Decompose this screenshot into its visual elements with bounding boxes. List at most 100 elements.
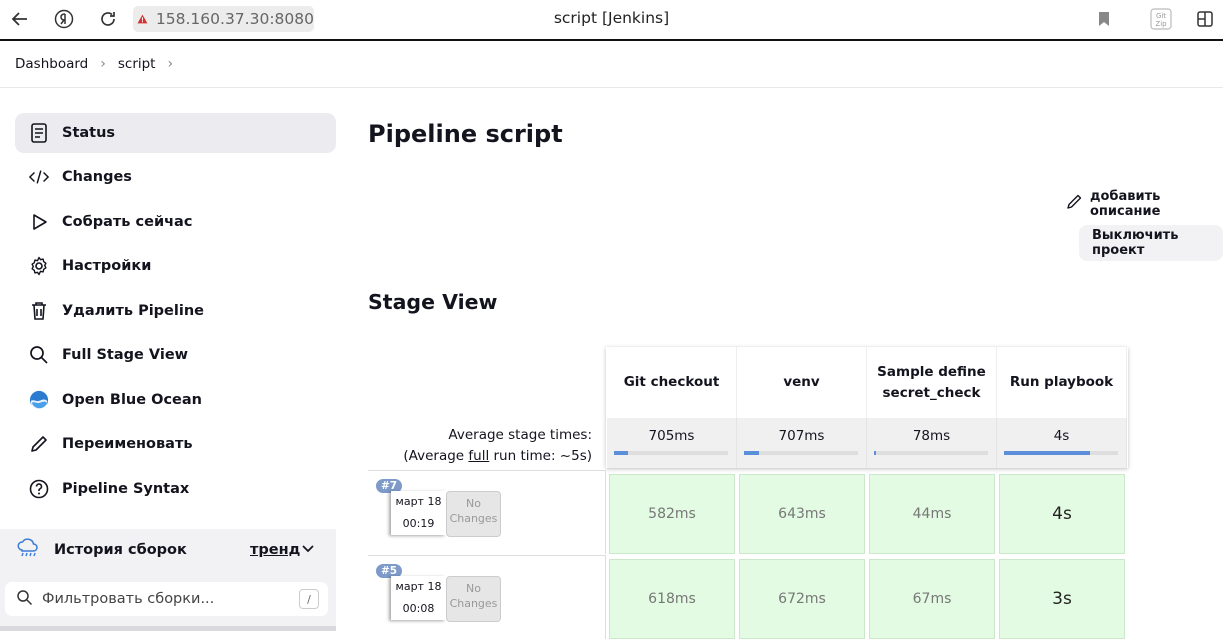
add-description-link[interactable]: добавить описание — [1066, 189, 1223, 219]
sidebar-item-status[interactable]: Status — [15, 113, 336, 153]
build-row[interactable]: #5 март 18 00:08 No Changes — [368, 555, 606, 639]
svg-text:Zip: Zip — [1155, 20, 1167, 28]
chevron-down-icon[interactable] — [301, 541, 315, 559]
stage-name: Run playbook — [1009, 374, 1114, 390]
chevron-right-icon[interactable]: › — [167, 56, 173, 72]
play-icon — [29, 212, 49, 232]
stage-name: Sample define — [877, 363, 986, 380]
build-date-day: март 18 — [395, 580, 442, 593]
stage-average-value: 4s — [1053, 428, 1070, 444]
sidebar-item-open-blue-ocean[interactable]: Open Blue Ocean — [15, 378, 336, 423]
page-title: Pipeline script — [368, 120, 563, 148]
breadcrumb-dashboard[interactable]: Dashboard — [15, 56, 88, 72]
stage-header-sample-define: Sample define secret_check — [867, 347, 997, 418]
sidebar-item-label: Собрать сейчас — [62, 213, 193, 230]
pencil-icon — [29, 434, 49, 454]
search-icon — [16, 589, 33, 610]
sidebar-item-delete-pipeline[interactable]: Удалить Pipeline — [15, 289, 336, 334]
browser-toolbar: 158.160.37.30:8080 script [Jenkins] Git Z… — [0, 0, 1223, 39]
stage-average-sample-define: 78ms — [867, 418, 997, 468]
stage-average-venv: 707ms — [737, 418, 867, 468]
extensions-icon[interactable] — [1192, 6, 1218, 32]
stage-cell[interactable]: 67ms — [869, 559, 995, 639]
no-changes-badge: No Changes — [446, 491, 501, 537]
stage-header-git-checkout: Git checkout — [607, 347, 737, 418]
gitzip-extension-icon[interactable]: Git Zip — [1148, 6, 1174, 32]
keyboard-shortcut-hint: / — [299, 589, 319, 609]
disable-project-button[interactable]: Выключить проект — [1079, 225, 1223, 261]
build-date-time: 00:19 — [402, 517, 435, 530]
sidebar-item-rename[interactable]: Переименовать — [15, 422, 336, 467]
stage-average-fill — [874, 451, 877, 455]
stage-average-bar — [614, 451, 728, 455]
build-date-day: март 18 — [395, 495, 442, 508]
sidebar-item-build-now[interactable]: Собрать сейчас — [15, 200, 336, 245]
add-description-label: добавить описание — [1090, 189, 1161, 219]
full-run-link[interactable]: full — [468, 448, 489, 464]
build-filter-input[interactable] — [42, 591, 282, 607]
sidebar-item-label: Changes — [62, 169, 132, 186]
breadcrumb-script[interactable]: script — [118, 56, 156, 72]
breadcrumb: Dashboard › script › — [0, 41, 1223, 88]
sidebar-item-label: Status — [62, 125, 116, 141]
stage-average-git-checkout: 705ms — [607, 418, 737, 468]
build-date-time: 00:08 — [402, 602, 435, 615]
sidebar-item-settings[interactable]: Настройки — [15, 244, 336, 289]
sidebar-item-label: Full Stage View — [62, 347, 189, 364]
sidebar-item-label: Open Blue Ocean — [62, 391, 203, 408]
stage-cell[interactable]: 4s — [999, 474, 1125, 554]
sidebar-item-label: Переименовать — [62, 436, 193, 453]
build-history-title: История сборок — [54, 541, 187, 558]
average-stage-times-label: Average stage times: (Average full run t… — [368, 425, 592, 467]
history-divider — [0, 626, 336, 631]
sidebar-item-label: Pipeline Syntax — [62, 480, 190, 497]
stage-average-run-playbook: 4s — [997, 418, 1127, 468]
trash-icon — [29, 301, 49, 321]
sidebar-item-changes[interactable]: Changes — [15, 155, 336, 200]
build-filter-area: / — [0, 570, 336, 631]
stage-average-bar — [1004, 451, 1118, 455]
stage-name: venv — [783, 374, 820, 390]
stage-cell[interactable]: 672ms — [739, 559, 865, 639]
avg-label-line1: Average stage times: — [448, 427, 592, 443]
avg-label-prefix: (Average — [403, 448, 469, 464]
stage-cell[interactable]: 643ms — [739, 474, 865, 554]
bookmark-icon[interactable] — [1091, 6, 1117, 32]
window-title: script [Jenkins] — [553, 9, 670, 27]
chevron-right-icon: › — [100, 56, 106, 72]
stage-header-venv: venv — [737, 347, 867, 418]
build-filter[interactable]: / — [5, 582, 328, 616]
stage-name-line2: secret_check — [882, 384, 981, 401]
weather-rain-icon — [16, 537, 40, 563]
trend-link[interactable]: тренд — [250, 542, 300, 558]
search-icon — [29, 345, 49, 365]
sidebar-item-full-stage-view[interactable]: Full Stage View — [15, 333, 336, 378]
svg-text:Git: Git — [1156, 12, 1166, 20]
help-icon — [29, 479, 49, 499]
build-row[interactable]: #7 март 18 00:19 No Changes — [368, 470, 606, 554]
stage-average-fill — [744, 451, 759, 455]
stage-average-value: 78ms — [912, 428, 951, 444]
build-date: март 18 00:08 — [391, 576, 446, 620]
stage-average-fill — [614, 451, 628, 455]
stage-cell[interactable]: 44ms — [869, 474, 995, 554]
sidebar-item-pipeline-syntax[interactable]: Pipeline Syntax — [15, 467, 336, 512]
build-history-header: История сборок тренд — [0, 529, 336, 570]
stage-cell[interactable]: 3s — [999, 559, 1125, 639]
stage-name: Git checkout — [623, 374, 720, 390]
stage-cell[interactable]: 582ms — [609, 474, 735, 554]
sidebar-item-label: Настройки — [62, 258, 152, 275]
avg-label-line2: (Average full run time: ~5s) — [368, 446, 592, 467]
no-changes-badge: No Changes — [446, 576, 501, 622]
sidebar: Status Changes Собрать сейчас Настройки … — [15, 113, 336, 511]
stage-view-title: Stage View — [368, 290, 498, 314]
stage-header-run-playbook: Run playbook — [997, 347, 1127, 418]
pencil-icon — [1066, 194, 1082, 214]
stage-average-bar — [744, 451, 858, 455]
build-date: март 18 00:19 — [391, 491, 446, 535]
stage-average-fill — [1004, 451, 1090, 455]
stage-cell[interactable]: 618ms — [609, 559, 735, 639]
code-icon — [29, 167, 49, 187]
stage-average-value: 705ms — [648, 428, 695, 444]
sidebar-item-label: Удалить Pipeline — [62, 302, 204, 319]
